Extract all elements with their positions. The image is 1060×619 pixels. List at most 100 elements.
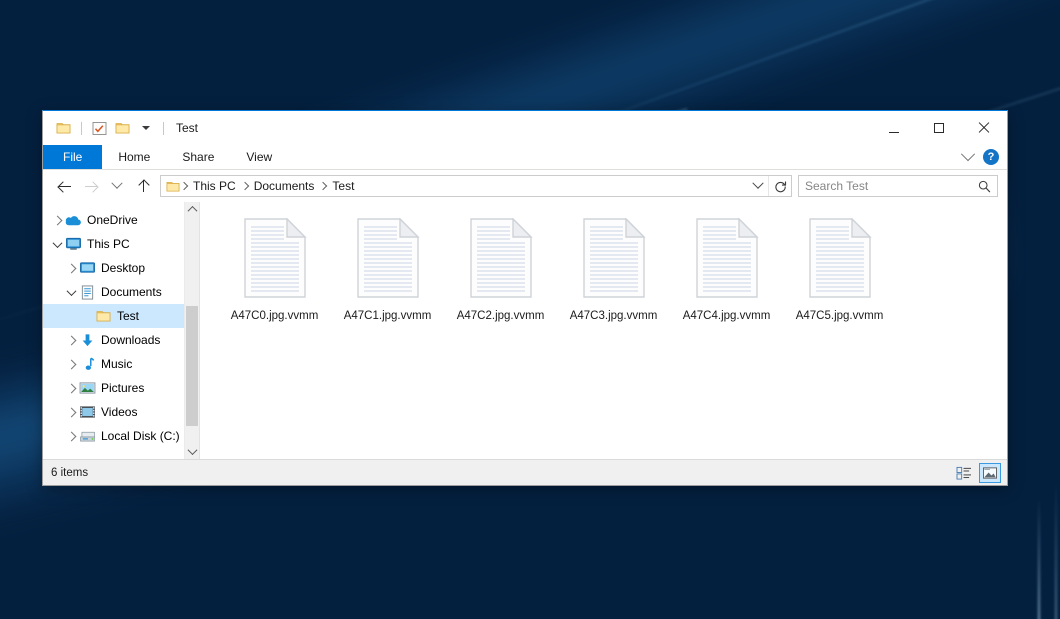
chevron-down-icon[interactable] (963, 152, 973, 162)
twisty-right-icon[interactable] (49, 217, 65, 224)
title-bar: Test (43, 111, 1007, 145)
ribbon-right-controls: ? (963, 145, 999, 169)
tab-home[interactable]: Home (102, 145, 166, 169)
address-bar[interactable]: This PC Documents Test (160, 175, 792, 197)
recent-locations-button[interactable] (104, 173, 130, 199)
sidebar-item-pictures[interactable]: Pictures (43, 376, 199, 400)
address-history-button[interactable] (748, 176, 768, 196)
sidebar-item-music[interactable]: Music (43, 352, 199, 376)
search-input[interactable]: Search Test (805, 179, 978, 193)
sidebar-item-label: Pictures (101, 382, 144, 394)
forward-button[interactable] (78, 173, 104, 199)
back-button[interactable] (52, 173, 78, 199)
videos-icon (79, 405, 96, 419)
twisty-down-icon[interactable] (49, 241, 65, 248)
tab-share[interactable]: Share (166, 145, 230, 169)
breadcrumb-sep-0 (180, 182, 188, 190)
twisty-right-icon[interactable] (63, 385, 79, 392)
search-icon (978, 180, 991, 193)
up-button[interactable] (130, 173, 156, 199)
sidebar-item-videos[interactable]: Videos (43, 400, 199, 424)
window-title: Test (176, 121, 198, 135)
sidebar-item-label: Test (117, 310, 139, 322)
file-item[interactable]: A47C0.jpg.vvmm (218, 214, 331, 322)
status-bar: 6 items (43, 459, 1007, 485)
file-name-label: A47C1.jpg.vvmm (344, 310, 432, 322)
qat-separator-2 (163, 122, 164, 135)
music-icon (79, 357, 96, 372)
desktop-icon (79, 261, 96, 275)
twisty-right-icon[interactable] (63, 337, 79, 344)
maximize-button[interactable] (916, 111, 961, 145)
sidebar-item-label: Local Disk (C:) (101, 430, 180, 442)
twisty-right-icon[interactable] (63, 265, 79, 272)
sidebar-item-documents[interactable]: Documents (43, 280, 199, 304)
generic-document-icon (695, 218, 759, 303)
details-view-icon[interactable] (953, 463, 975, 483)
sidebar-item-local-disk-c[interactable]: Local Disk (C:) (43, 424, 199, 448)
sidebar-item-desktop[interactable]: Desktop (43, 256, 199, 280)
sidebar-item-label: OneDrive (87, 214, 138, 226)
file-name-label: A47C5.jpg.vvmm (796, 310, 884, 322)
scroll-up-button[interactable] (185, 202, 199, 217)
sidebar-item-onedrive[interactable]: OneDrive (43, 208, 199, 232)
new-folder-icon[interactable] (114, 120, 131, 137)
documents-icon (79, 285, 96, 300)
quick-access-toolbar (43, 120, 167, 137)
folder-tree: OneDrive This PC (43, 202, 199, 448)
file-item[interactable]: A47C2.jpg.vvmm (444, 214, 557, 322)
wallpaper-logo-edge-2 (1038, 497, 1040, 619)
file-name-label: A47C3.jpg.vvmm (570, 310, 658, 322)
cloud-icon (65, 214, 82, 227)
breadcrumb-item-test[interactable]: Test (327, 179, 359, 193)
tab-file[interactable]: File (43, 145, 102, 169)
twisty-right-icon[interactable] (63, 433, 79, 440)
file-item[interactable]: A47C5.jpg.vvmm (783, 214, 896, 322)
scrollbar-thumb[interactable] (186, 306, 198, 426)
sidebar-item-label: Music (101, 358, 132, 370)
address-bar-row: This PC Documents Test Search Test (43, 170, 1007, 202)
breadcrumb-sep-1 (240, 182, 248, 190)
sidebar-item-downloads[interactable]: Downloads (43, 328, 199, 352)
monitor-icon (65, 237, 82, 251)
file-item[interactable]: A47C1.jpg.vvmm (331, 214, 444, 322)
breadcrumb-item-documents[interactable]: Documents (249, 179, 320, 193)
twisty-down-icon[interactable] (63, 289, 79, 296)
file-list-view[interactable]: A47C0.jpg.vvmm (200, 202, 1007, 459)
file-grid: A47C0.jpg.vvmm (200, 202, 1007, 322)
sidebar-item-label: Downloads (101, 334, 160, 346)
file-item[interactable]: A47C4.jpg.vvmm (670, 214, 783, 322)
sidebar-item-label: Videos (101, 406, 137, 418)
breadcrumb-item-this-pc[interactable]: This PC (188, 179, 241, 193)
scroll-down-button[interactable] (185, 444, 199, 459)
navigation-pane-scrollbar[interactable] (184, 202, 199, 459)
window-body: OneDrive This PC (43, 202, 1007, 459)
file-name-label: A47C0.jpg.vvmm (231, 310, 319, 322)
qat-separator-1 (81, 122, 82, 135)
minimize-button[interactable] (871, 111, 916, 145)
twisty-right-icon[interactable] (63, 361, 79, 368)
sidebar-item-this-pc[interactable]: This PC (43, 232, 199, 256)
customize-caret-icon[interactable] (137, 120, 154, 137)
large-icons-view-icon[interactable] (979, 463, 1001, 483)
generic-document-icon (582, 218, 646, 303)
view-mode-buttons (953, 460, 1001, 485)
refresh-button[interactable] (768, 176, 791, 196)
properties-icon[interactable] (91, 120, 108, 137)
tab-view[interactable]: View (230, 145, 288, 169)
file-item[interactable]: A47C3.jpg.vvmm (557, 214, 670, 322)
sidebar-item-label: Desktop (101, 262, 145, 274)
twisty-right-icon[interactable] (63, 409, 79, 416)
folder-icon[interactable] (55, 120, 72, 137)
breadcrumb-folder-icon (166, 180, 180, 193)
search-box[interactable]: Search Test (798, 175, 998, 197)
file-explorer-window: Test File Home Share View ? (42, 110, 1008, 486)
generic-document-icon (469, 218, 533, 303)
wallpaper-logo-edge-3 (1055, 480, 1057, 619)
sidebar-item-label: Documents (101, 286, 162, 298)
close-button[interactable] (961, 111, 1007, 145)
sidebar-item-test[interactable]: Test (43, 304, 199, 328)
pictures-icon (79, 381, 96, 395)
generic-document-icon (808, 218, 872, 303)
help-icon[interactable]: ? (983, 149, 999, 165)
